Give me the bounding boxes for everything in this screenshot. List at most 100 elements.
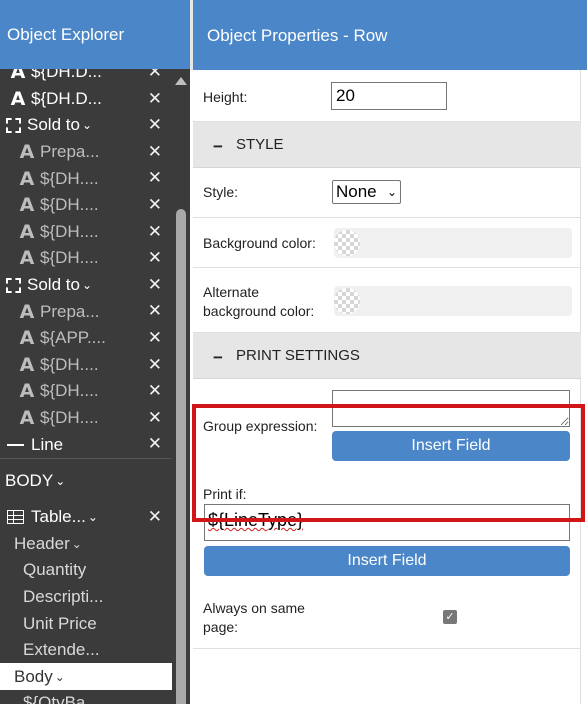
tree-item-label: Sold to [27,275,80,295]
always-same-page-row: Always on same page: ✓ [193,592,581,649]
chevron-down-icon[interactable]: ⌄ [82,278,92,292]
style-section-header[interactable]: − STYLE [193,122,581,168]
insert-field-button-print-if[interactable]: Insert Field [204,546,570,576]
same-page-label-1: Always on same [203,600,305,616]
delete-icon[interactable]: ✕ [148,115,162,135]
tree-item-label: ${DH.... [40,248,99,268]
tree-item[interactable]: A ${DH.... ✕ [0,165,172,192]
header-column-label: Descripti... [23,586,104,606]
tree-item-label: Sold to [27,115,80,135]
table-label: Table... [31,507,86,527]
chevron-down-icon[interactable]: ⌄ [72,537,82,551]
tree-item[interactable]: A Prepa... ✕ [0,139,172,166]
tree-item-header[interactable]: Header ⌄ [0,531,172,558]
tree-item[interactable]: Line ✕ [0,431,172,458]
style-select[interactable]: None ⌄ [332,180,401,204]
tree-item-label: ${DH.... [40,408,99,428]
print-settings-section-title: PRINT SETTINGS [236,347,360,364]
tree-item-label: ${DH.... [40,381,99,401]
tree-item[interactable]: A ${DH.... ✕ [0,219,172,246]
print-settings-section-header[interactable]: − PRINT SETTINGS [193,333,581,379]
scroll-up-icon[interactable] [175,77,187,85]
style-select-value: None [336,182,377,201]
always-same-page-checkbox[interactable]: ✓ [443,610,457,624]
same-page-label-2: page: [203,619,239,635]
delete-icon[interactable]: ✕ [148,69,162,82]
delete-icon[interactable]: ✕ [148,381,162,401]
chevron-down-icon[interactable]: ⌄ [55,474,65,488]
chevron-down-icon: ⌄ [386,185,397,199]
delete-icon[interactable]: ✕ [148,507,162,527]
chevron-down-icon[interactable]: ⌄ [55,670,65,684]
tree-item-body-selected[interactable]: Body ⌄ [0,663,172,691]
text-element-icon: A [19,247,35,270]
delete-icon[interactable]: ✕ [148,301,162,321]
text-element-icon: A [10,87,26,110]
tree-item[interactable]: A ${DH.... ✕ [0,245,172,272]
height-input[interactable] [331,82,447,110]
alternate-bg-label-1: Alternate [203,284,260,300]
delete-icon[interactable]: ✕ [148,355,162,375]
tree-item[interactable]: Sold to ⌄ ✕ [0,112,172,139]
tree-item[interactable]: Sold to ⌄ ✕ [0,272,172,299]
delete-icon[interactable]: ✕ [148,222,162,242]
delete-icon[interactable]: ✕ [148,275,162,295]
tree-item[interactable]: A ${APP.... ✕ [0,325,172,352]
delete-icon[interactable]: ✕ [148,248,162,268]
text-element-icon: A [19,167,35,190]
tree-item-body-section[interactable]: BODY ⌄ [0,468,172,494]
tree-item-label: ${DH.D... [31,69,102,82]
chevron-down-icon[interactable]: ⌄ [88,510,98,524]
delete-icon[interactable]: ✕ [148,89,162,109]
object-explorer-panel: Object Explorer A ${DH.D... ✕ A ${DH.D... ✕ So… [0,0,190,704]
transparent-swatch-icon [334,288,360,314]
tree-item[interactable]: A ${DH.... ✕ [0,192,172,219]
collapse-icon[interactable]: − [213,137,223,157]
tree-separator [0,457,172,468]
delete-icon[interactable]: ✕ [148,408,162,428]
delete-icon[interactable]: ✕ [148,195,162,215]
tree-item-label: ${DH.... [40,168,99,188]
tree-item[interactable]: A Prepa... ✕ [0,298,172,325]
tree-item[interactable]: A ${DH.D... ✕ [0,86,172,113]
delete-icon[interactable]: ✕ [148,434,162,454]
properties-body: Height: − STYLE Style: None ⌄ Background… [193,70,581,704]
tree-item[interactable]: A ${DH.... ✕ [0,405,172,432]
print-if-highlight-box [192,404,585,522]
tree-item-table[interactable]: Table... ⌄ ✕ [0,504,172,531]
alternate-background-color-picker[interactable] [334,286,572,316]
tree-item-label: Prepa... [40,142,100,162]
tree-item-label: Line [31,434,64,454]
tree-item-header-column[interactable]: Quantity [0,557,172,584]
tree-scrollbar[interactable] [172,69,190,704]
tree-item-qty-partial[interactable]: ${QtyBa [0,690,172,704]
tree-item-label: Prepa... [40,301,100,321]
height-label: Height: [203,89,248,105]
tree-item[interactable]: A ${DH.... ✕ [0,378,172,405]
text-element-icon: A [19,407,35,430]
container-icon [6,117,21,133]
style-section-title: STYLE [236,136,284,153]
object-explorer-title: Object Explorer [0,0,190,69]
header-column-label: Unit Price [23,613,97,633]
object-properties-title: Object Properties - Row [190,0,587,70]
text-element-icon: A [19,194,35,217]
delete-icon[interactable]: ✕ [148,168,162,188]
collapse-icon[interactable]: − [213,348,223,368]
tree-item[interactable]: A ${DH.... ✕ [0,352,172,379]
tree-item-header-column[interactable]: Extende... [0,637,172,664]
tree-item-header-column[interactable]: Descripti... [0,584,172,611]
scroll-thumb[interactable] [176,209,186,704]
delete-icon[interactable]: ✕ [148,142,162,162]
text-element-icon: A [19,220,35,243]
text-element-icon: A [19,380,35,403]
chevron-down-icon[interactable]: ⌄ [82,118,92,132]
tree-item-label: ${DH.... [40,354,99,374]
tree-item-label: ${APP.... [40,328,106,348]
style-label: Style: [203,184,239,200]
background-color-picker[interactable] [334,228,572,258]
delete-icon[interactable]: ✕ [148,328,162,348]
tree-item[interactable]: A ${DH.D... ✕ [0,69,172,86]
tree-item-header-column[interactable]: Unit Price [0,610,172,637]
